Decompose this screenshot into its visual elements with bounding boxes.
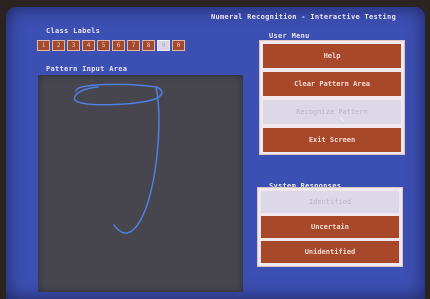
class-labels-heading: Class Labels — [46, 27, 101, 35]
class-label-8[interactable]: 8 — [142, 40, 155, 51]
identified-response[interactable]: Identified — [261, 191, 399, 213]
exit-screen-button[interactable]: Exit Screen — [263, 128, 401, 152]
class-label-7[interactable]: 7 — [127, 40, 140, 51]
user-menu-heading: User Menu — [269, 32, 310, 40]
help-button[interactable]: Help — [263, 44, 401, 68]
recognize-pattern-label: Recognize Pattern — [296, 108, 368, 116]
uncertain-response[interactable]: Uncertain — [261, 216, 399, 238]
recognize-pattern-button[interactable]: Recognize Pattern ↖ — [263, 100, 401, 124]
pattern-area-heading: Pattern Input Area — [46, 65, 128, 73]
system-responses-panel: Identified Uncertain Unidentified — [257, 187, 403, 267]
class-label-0[interactable]: 0 — [172, 40, 185, 51]
class-label-2[interactable]: 2 — [52, 40, 65, 51]
class-label-row: 1 2 3 4 5 6 7 8 9 0 — [37, 40, 185, 51]
monitor-screen: Numeral Recognition - Interactive Testin… — [6, 7, 425, 299]
handwritten-stroke — [73, 83, 163, 234]
mouse-cursor-icon: ↖ — [340, 114, 345, 123]
user-menu-panel: Help Clear Pattern Area Recognize Patter… — [259, 40, 405, 155]
class-label-5[interactable]: 5 — [97, 40, 110, 51]
pattern-input-area[interactable] — [38, 75, 243, 292]
class-label-9[interactable]: 9 — [157, 40, 170, 51]
clear-pattern-button[interactable]: Clear Pattern Area — [263, 72, 401, 96]
unidentified-response[interactable]: Unidentified — [261, 241, 399, 263]
app-title: Numeral Recognition - Interactive Testin… — [211, 13, 397, 21]
class-label-3[interactable]: 3 — [67, 40, 80, 51]
class-label-1[interactable]: 1 — [37, 40, 50, 51]
class-label-6[interactable]: 6 — [112, 40, 125, 51]
class-label-4[interactable]: 4 — [82, 40, 95, 51]
